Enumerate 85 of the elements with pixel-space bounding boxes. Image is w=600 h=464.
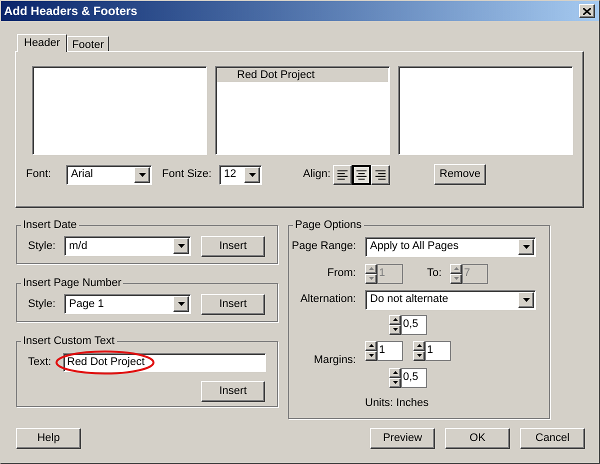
close-button[interactable] [579, 4, 595, 18]
dialog-button[interactable]: Preview [370, 428, 435, 449]
spin-down-button[interactable] [389, 324, 401, 334]
align-lines-icon [374, 168, 387, 180]
field-label: Alternation: [299, 292, 356, 308]
spin-up-button[interactable] [450, 264, 462, 274]
field-label: Style: [28, 296, 57, 312]
spin-down-button[interactable] [413, 350, 425, 360]
spin-up-button[interactable] [365, 340, 377, 350]
text-area[interactable]: Red Dot Project [215, 66, 390, 155]
text-field[interactable]: Red Dot Project [63, 352, 266, 372]
insert-button[interactable]: Insert [201, 294, 265, 314]
up-arrow-icon [368, 267, 374, 270]
caret-icon [138, 172, 146, 176]
up-arrow-icon [416, 344, 422, 347]
group-title: Insert Custom Text [22, 334, 116, 349]
caret-icon [178, 244, 184, 248]
insert-button[interactable]: Insert [201, 380, 265, 402]
down-arrow-icon [454, 277, 458, 280]
caret-icon [522, 244, 530, 248]
align-left-button[interactable] [333, 164, 352, 184]
spin-up-button[interactable] [413, 340, 425, 350]
spin-down-button[interactable] [389, 378, 401, 388]
dialog-button[interactable]: Cancel [520, 428, 585, 449]
spin-up-button[interactable] [365, 264, 377, 274]
up-arrow-icon [392, 371, 398, 374]
spin-up-button[interactable] [389, 368, 401, 378]
caret-icon [522, 298, 530, 302]
insert-button[interactable]: Insert [201, 236, 265, 256]
text-area[interactable] [32, 66, 207, 155]
up-arrow-icon [454, 267, 458, 270]
tab[interactable]: Header [17, 34, 68, 52]
down-arrow-icon [368, 277, 374, 280]
up-arrow-icon [368, 344, 374, 347]
align-lines-icon [355, 168, 368, 180]
field-label: Align: [303, 167, 332, 182]
dropdown-arrow-button[interactable] [173, 238, 189, 254]
dropdown-arrow-button[interactable] [518, 292, 534, 308]
field-label: Page Range: [290, 239, 356, 254]
remove-button[interactable]: Remove [434, 164, 486, 185]
style-dropdown[interactable]: Page 1 [64, 294, 191, 314]
number-field[interactable]: 0,5 [401, 368, 427, 388]
number-field[interactable]: 1 [377, 340, 403, 360]
align-center-button[interactable] [352, 164, 371, 184]
field-label: Text: [28, 354, 52, 370]
alternation-dropdown[interactable]: Do not alternate [365, 290, 536, 310]
window-title: Add Headers & Footers [4, 3, 138, 20]
group-title: Insert Date [22, 218, 78, 233]
field-label: Font Size: [162, 167, 213, 182]
caret-icon [178, 302, 184, 306]
spin-down-button[interactable] [365, 350, 377, 360]
tab[interactable]: Footer [67, 36, 109, 51]
spin-up-button[interactable] [389, 314, 401, 324]
down-arrow-icon [392, 328, 398, 331]
dialog-button[interactable]: OK [445, 428, 510, 449]
field-label: To: [427, 266, 443, 282]
field-label: Units: Inches [365, 396, 429, 408]
down-arrow-icon [416, 354, 422, 357]
field-label: Font: [26, 167, 52, 182]
dropdown-arrow-button[interactable] [134, 166, 150, 182]
align-lines-icon [336, 168, 349, 180]
down-arrow-icon [368, 354, 374, 357]
group-title: Page Options [294, 218, 363, 233]
number-field[interactable]: 0,5 [401, 314, 427, 334]
help-button[interactable]: Help [16, 428, 81, 449]
up-arrow-icon [392, 318, 398, 321]
number-field[interactable]: 1 [425, 340, 451, 360]
field-label: From: [326, 266, 356, 282]
page-range-dropdown[interactable]: Apply to All Pages [365, 236, 536, 256]
dropdown-arrow-button[interactable] [518, 238, 534, 254]
font-dropdown[interactable]: Arial [66, 164, 152, 184]
spin-down-button[interactable] [450, 274, 462, 284]
text-area[interactable] [398, 66, 573, 155]
dropdown-arrow-button[interactable] [244, 166, 260, 182]
field-label: Margins: [312, 353, 356, 368]
down-arrow-icon [392, 381, 398, 384]
caret-icon [248, 172, 256, 176]
align-right-button[interactable] [371, 164, 390, 184]
field-label: Style: [28, 238, 57, 254]
close-icon [583, 8, 591, 14]
style-dropdown[interactable]: m/d [64, 236, 191, 256]
font-size-dropdown[interactable]: 12 [219, 164, 262, 184]
group-title: Insert Page Number [22, 276, 122, 291]
dropdown-arrow-button[interactable] [173, 296, 189, 312]
spin-down-button[interactable] [365, 274, 377, 284]
